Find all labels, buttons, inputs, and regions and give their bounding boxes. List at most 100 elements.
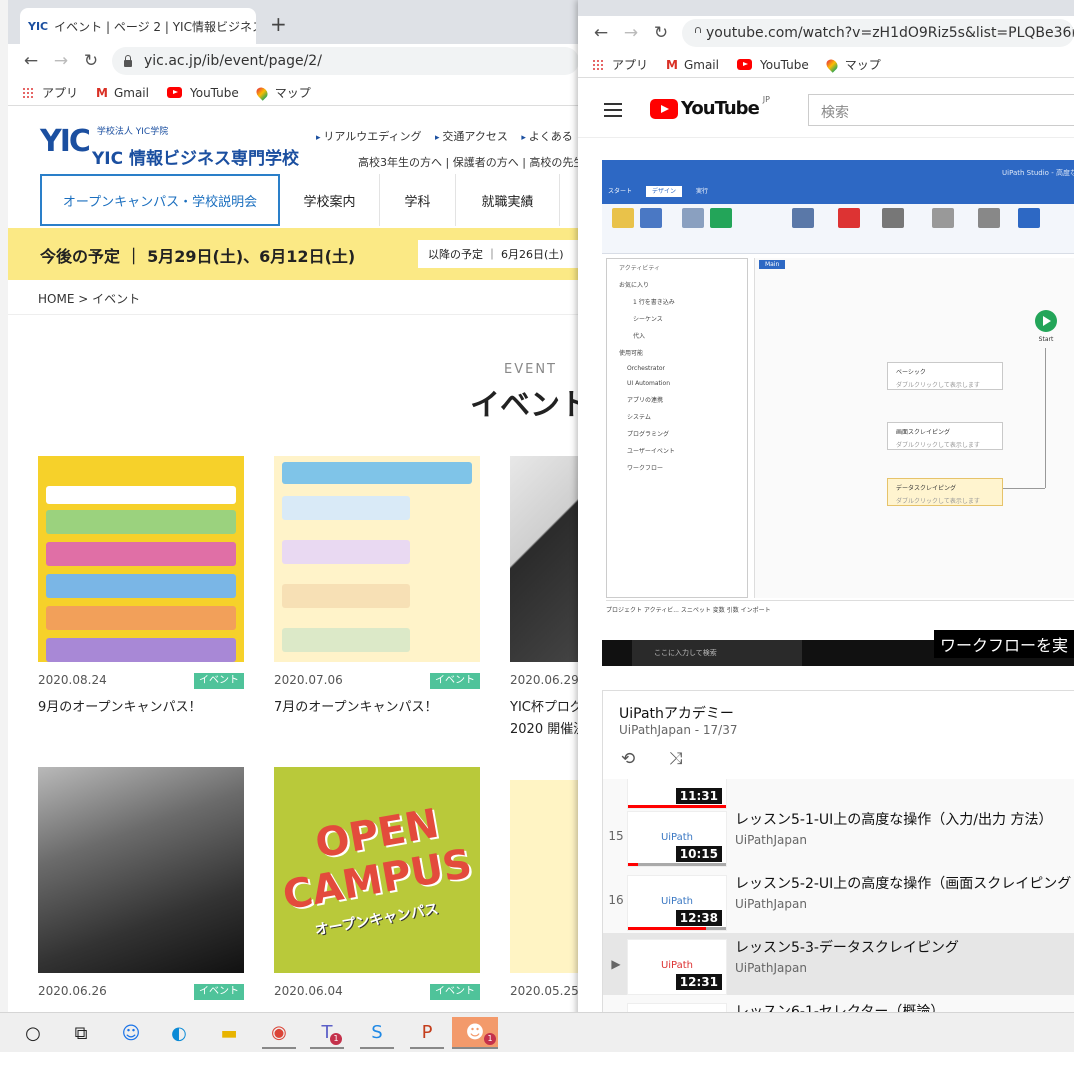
forward-icon[interactable]: →	[616, 23, 646, 43]
card-image-keyboard[interactable]	[38, 767, 244, 973]
loop-icon[interactable]: ⟲	[621, 749, 635, 769]
video-player[interactable]: UiPath Studio - 高度な スタート デザイン 実行 アクティビティ お…	[602, 160, 1074, 666]
gmail-icon: M	[666, 57, 678, 72]
forward-icon[interactable]: →	[46, 51, 76, 71]
activity-basic: ベーシック ダブルクリックして表示します	[887, 362, 1003, 390]
bookmark-youtube[interactable]: YouTube	[166, 86, 239, 100]
nav-open-campus[interactable]: オープンキャンパス・学校説明会	[40, 174, 280, 226]
card-date: 2020.08.24	[38, 673, 107, 687]
card-image-september[interactable]	[38, 456, 244, 662]
bookmark-apps[interactable]: アプリ	[592, 56, 648, 73]
card-title[interactable]: YIC杯プログ	[510, 696, 579, 715]
nav-departments[interactable]: 学科	[380, 174, 456, 226]
heading-en: EVENT	[504, 362, 557, 377]
browser-tab-yic[interactable]: YIC イベント | ページ 2 | YIC情報ビジネス ✕	[20, 8, 256, 44]
reload-icon[interactable]: ↻	[646, 23, 676, 43]
card-date: 2020.06.04	[274, 984, 343, 998]
card-image-july[interactable]	[274, 456, 480, 662]
yic-logo[interactable]: YIC 学校法人 YIC学院 YIC 情報ビジネス専門学校	[40, 124, 299, 169]
back-icon[interactable]: ←	[586, 23, 616, 43]
playlist-subtitle: UiPathJapan - 17/37	[619, 723, 738, 737]
lock-icon	[124, 54, 132, 67]
address-bar: ← → ↻ youtube.com/watch?v=zH1dO9Riz5s&li…	[578, 16, 1074, 50]
link-access[interactable]: 交通アクセス	[435, 130, 508, 143]
schedule-next[interactable]: 以降の予定 ｜ 6月26日(土)	[418, 240, 579, 268]
playlist-item[interactable]: 16 UiPath 12:38 レッスン5-2-UI上の高度な操作（画面スクレイピ…	[603, 869, 1074, 931]
page-title: イベント	[470, 388, 580, 423]
video-thumbnail[interactable]: UiPath 12:31	[627, 939, 727, 995]
card-date: 2020.06.29	[510, 673, 579, 687]
card-title[interactable]: 7月のオープンキャンパス！	[274, 696, 438, 715]
back-icon[interactable]: ←	[16, 51, 46, 71]
teams-icon[interactable]: T1	[310, 1017, 344, 1049]
video-title[interactable]: レッスン5-2-UI上の高度な操作（画面スクレイピング	[735, 873, 1071, 893]
card-image-open-campus[interactable]: OPEN CAMPUS オープンキャンパス	[274, 767, 480, 973]
workflow-canvas: Main Start ベーシック ダブルクリックして表示します 画面スクレイピング…	[754, 258, 1074, 598]
card-image-flyer[interactable]	[510, 780, 579, 973]
bookmark-gmail[interactable]: M Gmail	[666, 58, 719, 72]
video-caption: ワークフローを実	[934, 630, 1074, 658]
channel-name: UiPathJapan	[735, 833, 807, 847]
link-wedding[interactable]: リアルウエディング	[316, 130, 422, 143]
s-app-icon[interactable]: S	[360, 1017, 394, 1049]
url-input[interactable]: youtube.com/watch?v=zH1dO9Riz5s&list=PLQ…	[682, 19, 1074, 47]
url-input[interactable]: yic.ac.jp/ib/event/page/2/	[112, 47, 579, 75]
chrome-icon[interactable]: ◉	[262, 1017, 296, 1049]
category-badge[interactable]: イベント	[194, 673, 244, 689]
video-title[interactable]: レッスン5-1-UI上の高度な操作（入力/出力 方法）	[735, 809, 1052, 829]
uipath-ribbon-tabs: スタート デザイン 実行	[608, 186, 709, 197]
screen-bottom	[0, 1052, 1074, 1069]
link-faq[interactable]: よくある	[521, 130, 572, 143]
bookmark-maps[interactable]: マップ	[824, 56, 881, 73]
category-badge[interactable]: イベント	[430, 984, 480, 1000]
start-node: Start	[1031, 310, 1061, 348]
playlist-item-current[interactable]: ▶ UiPath 12:31 レッスン5-3-データスクレイピング UiPathJ…	[603, 933, 1074, 995]
shuffle-icon[interactable]: ⤨	[669, 749, 683, 769]
task-view-icon[interactable]: ⧉	[64, 1017, 98, 1049]
chat-app-icon[interactable]: ☻ 1	[452, 1017, 498, 1049]
apps-grid-icon	[592, 58, 604, 71]
windows-taskbar: ○ ⧉ ☺ ◐ ▬ ◉ T1 S P ☻ 1	[0, 1012, 1074, 1052]
card-title[interactable]: 9月のオープンキャンパス！	[38, 696, 202, 715]
apps-grid-icon	[22, 86, 34, 99]
powerpoint-icon[interactable]: P	[410, 1017, 444, 1049]
bookmark-maps[interactable]: マップ	[254, 84, 311, 101]
bookmark-gmail[interactable]: M Gmail	[96, 86, 149, 100]
breadcrumb[interactable]: HOME > イベント	[38, 290, 140, 307]
card-title-line2[interactable]: 2020 開催決	[510, 718, 579, 737]
audience-links[interactable]: 高校3年生の方へ | 保護者の方へ | 高校の先生	[358, 154, 579, 170]
category-badge[interactable]: イベント	[194, 984, 244, 1000]
edge-icon[interactable]: ◐	[162, 1017, 196, 1049]
bookmark-apps[interactable]: アプリ	[22, 84, 78, 101]
activities-panel: アクティビティ お気に入り 1 行を書き込み シーケンス 代入 使用可能 Orc…	[606, 258, 748, 598]
search-input[interactable]: 検索	[808, 94, 1074, 126]
address-bar: ← → ↻ yic.ac.jp/ib/event/page/2/	[8, 44, 579, 78]
nav-jobs[interactable]: 就職実績	[456, 174, 560, 226]
card-date: 2020.05.25	[510, 984, 579, 998]
new-tab-icon[interactable]: +	[270, 12, 287, 36]
playlist-title[interactable]: UiPathアカデミー	[619, 703, 734, 723]
file-explorer-icon[interactable]: ▬	[212, 1017, 246, 1049]
bookmark-youtube[interactable]: YouTube	[736, 58, 809, 72]
category-badge[interactable]: イベント	[430, 673, 480, 689]
card-image-laptop[interactable]	[510, 456, 579, 662]
divider	[8, 314, 579, 315]
people-app-icon[interactable]: ☺	[114, 1017, 148, 1049]
video-thumbnail[interactable]: UiPath 12:38	[627, 875, 727, 931]
cortana-icon[interactable]: ○	[16, 1017, 50, 1049]
main-nav: オープンキャンパス・学校説明会 学校案内 学科 就職実績	[40, 174, 579, 226]
card-date: 2020.06.26	[38, 984, 107, 998]
youtube-logo[interactable]: YouTube JP	[650, 95, 770, 119]
card-date: 2020.07.06	[274, 673, 343, 687]
bookmarks-bar: アプリ M Gmail YouTube マップ	[8, 80, 579, 106]
playlist-item[interactable]: 15 UiPath 10:15 レッスン5-1-UI上の高度な操作（入力/出力 方…	[603, 805, 1074, 867]
video-thumbnail[interactable]: UiPath 10:15	[627, 811, 727, 867]
video-title[interactable]: レッスン5-3-データスクレイピング	[735, 937, 959, 957]
bookmarks-bar: アプリ M Gmail YouTube マップ	[578, 52, 1074, 78]
reload-icon[interactable]: ↻	[76, 51, 106, 71]
uipath-titlebar: UiPath Studio - 高度な スタート デザイン 実行	[602, 160, 1074, 204]
nav-about[interactable]: 学校案内	[280, 174, 380, 226]
site-header: YIC 学校法人 YIC学院 YIC 情報ビジネス専門学校 リアルウエディング …	[8, 114, 579, 174]
youtube-icon	[736, 59, 752, 70]
menu-icon[interactable]	[604, 103, 622, 117]
